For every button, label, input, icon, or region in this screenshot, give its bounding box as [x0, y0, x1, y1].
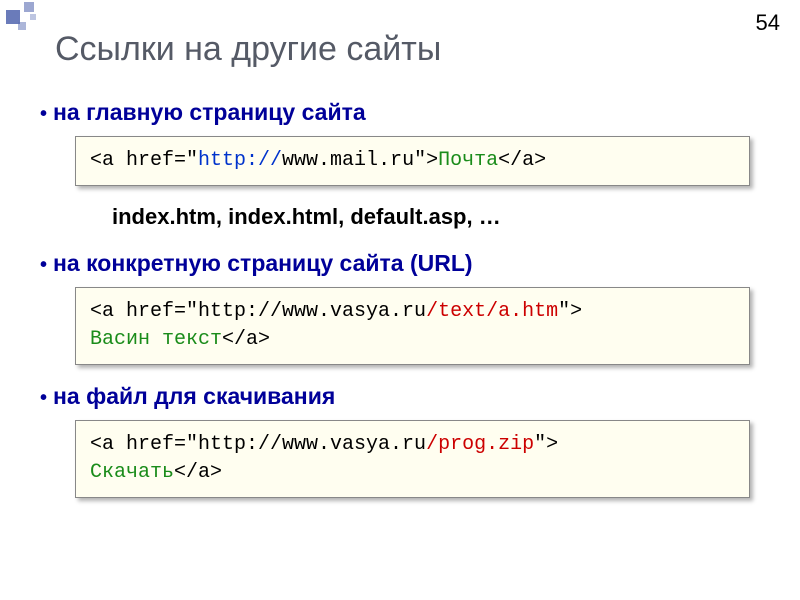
slide-content: Ссылки на другие сайты • на главную стра…	[0, 0, 800, 498]
code-fragment: <a href="http://www.vasya.ru	[90, 433, 426, 456]
code-fragment: </a>	[174, 461, 222, 484]
index-files-note: index.htm, index.html, default.asp, …	[112, 204, 770, 230]
bullet-main-page: • на главную страницу сайта	[40, 99, 770, 126]
code-fragment: Васин текст	[90, 328, 222, 351]
code-fragment: Скачать	[90, 461, 174, 484]
bullet-text: на файл для скачивания	[53, 383, 335, 410]
code-fragment: </a>	[222, 328, 270, 351]
code-fragment: /text/a.htm	[426, 300, 558, 323]
bullet-download-file: • на файл для скачивания	[40, 383, 770, 410]
code-box-download-file: <a href="http://www.vasya.ru/prog.zip"> С…	[75, 420, 750, 498]
code-fragment: http://	[198, 149, 282, 172]
code-box-specific-page: <a href="http://www.vasya.ru/text/a.htm"…	[75, 287, 750, 365]
code-fragment: <a href="http://www.vasya.ru	[90, 300, 426, 323]
bullet-text: на главную страницу сайта	[53, 99, 366, 126]
bullet-icon: •	[40, 254, 47, 277]
slide-title: Ссылки на другие сайты	[55, 30, 770, 69]
bullet-icon: •	[40, 103, 47, 126]
code-box-main-page: <a href="http://www.mail.ru">Почта</a>	[75, 136, 750, 186]
page-number: 54	[756, 10, 780, 36]
code-fragment: /prog.zip	[426, 433, 534, 456]
code-fragment: </a>	[498, 149, 546, 172]
code-fragment: ">	[534, 433, 558, 456]
bullet-specific-page: • на конкретную страницу сайта (URL)	[40, 250, 770, 277]
code-fragment: ">	[558, 300, 582, 323]
slide-corner-decoration	[0, 0, 50, 45]
bullet-text: на конкретную страницу сайта (URL)	[53, 250, 473, 277]
code-fragment: www.mail.ru">	[282, 149, 438, 172]
code-fragment: <a href="	[90, 149, 198, 172]
code-fragment: Почта	[438, 149, 498, 172]
bullet-icon: •	[40, 387, 47, 410]
